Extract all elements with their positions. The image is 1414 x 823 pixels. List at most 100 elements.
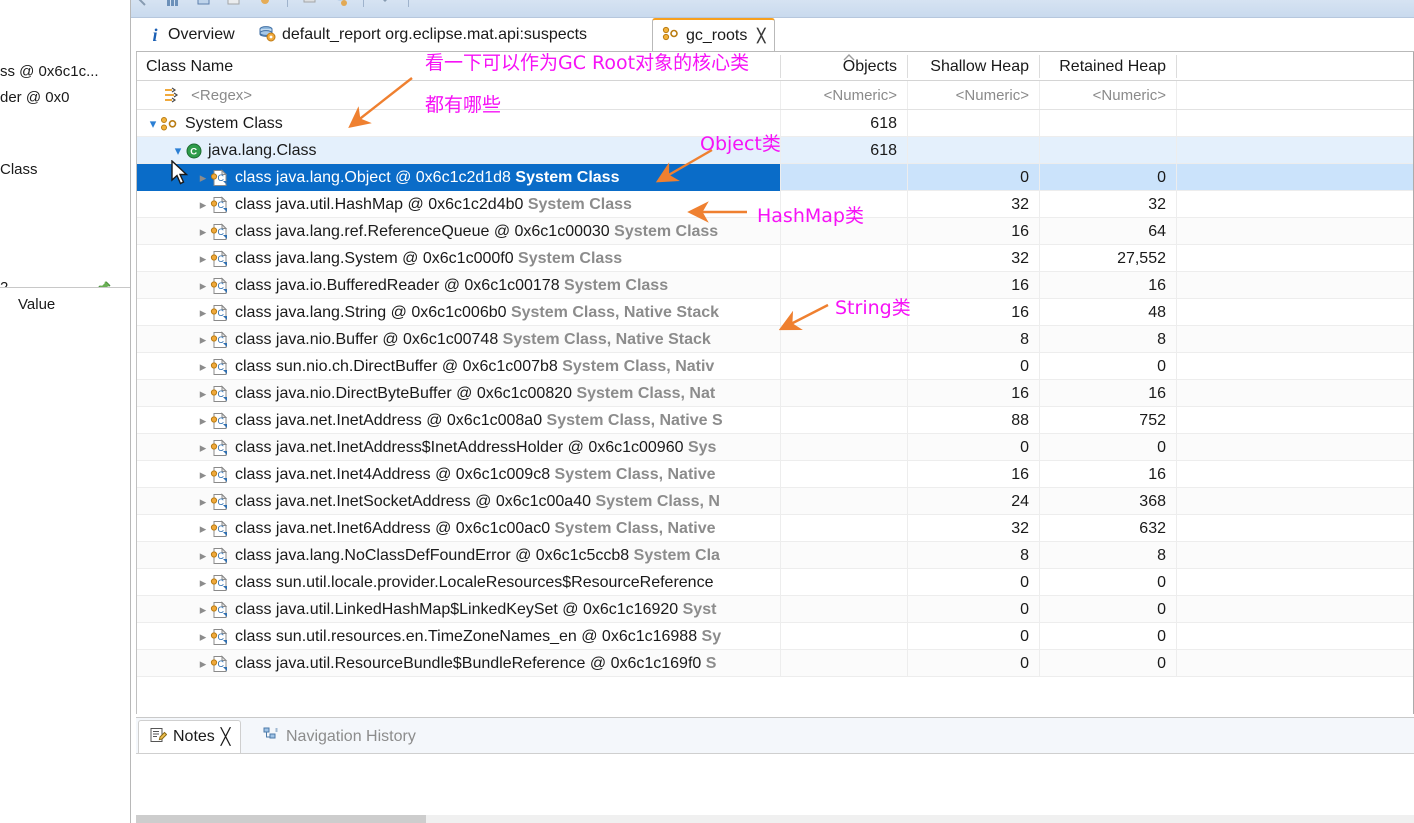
tree-expand-arrow[interactable]: ▸ bbox=[196, 245, 210, 272]
tree-expand-arrow[interactable]: ▸ bbox=[196, 407, 210, 434]
table-row[interactable]: ▸ Cclass sun.nio.ch.DirectBuffer @ 0x6c1c… bbox=[137, 353, 1413, 380]
row-name-cell[interactable]: ▸ Cclass java.net.Inet6Address @ 0x6c1c00… bbox=[137, 515, 780, 542]
row-name-cell[interactable]: ▸ Cclass java.net.Inet4Address @ 0x6c1c00… bbox=[137, 461, 780, 488]
table-row[interactable]: ▸ Cclass sun.util.locale.provider.LocaleR… bbox=[137, 569, 1413, 596]
row-name-cell[interactable]: ▾ Cjava.lang.Class bbox=[137, 137, 780, 164]
toolbar[interactable] bbox=[131, 0, 1414, 18]
tree-expand-arrow[interactable]: ▸ bbox=[196, 461, 210, 488]
tab-overview[interactable]: i Overview bbox=[139, 18, 244, 52]
tab-default-report[interactable]: default_report org.eclipse.mat.api:suspe… bbox=[249, 18, 597, 52]
column-divider[interactable] bbox=[1176, 55, 1177, 78]
row-objects-cell bbox=[780, 461, 907, 488]
column-divider bbox=[1039, 407, 1040, 433]
query-icon[interactable] bbox=[302, 0, 318, 8]
export-icon[interactable] bbox=[226, 0, 242, 8]
horizontal-scrollbar-thumb[interactable] bbox=[136, 815, 426, 823]
row-name-cell[interactable]: ▸ Cclass java.util.HashMap @ 0x6c1c2d4b0 … bbox=[137, 191, 780, 218]
row-name-cell[interactable]: ▸ Cclass java.lang.Object @ 0x6c1c2d1d8 S… bbox=[137, 164, 780, 191]
oql-icon[interactable] bbox=[332, 0, 348, 8]
filter-regex-cell[interactable]: <Regex> bbox=[163, 81, 252, 110]
tree-expand-arrow[interactable]: ▸ bbox=[196, 596, 210, 623]
left-panel-top-gap bbox=[0, 0, 131, 21]
table-header-row[interactable]: Class Name Objects Shallow Heap Retained… bbox=[137, 52, 1413, 81]
tree-expand-arrow[interactable]: ▸ bbox=[196, 326, 210, 353]
tree-expand-arrow[interactable]: ▸ bbox=[196, 380, 210, 407]
tree-expand-arrow[interactable]: ▸ bbox=[196, 164, 210, 191]
table-row[interactable]: ▸ Cclass java.lang.NoClassDefFoundError @… bbox=[137, 542, 1413, 569]
left-attribute-table[interactable]: Value bbox=[0, 287, 131, 823]
inspect-icon[interactable] bbox=[257, 0, 273, 8]
row-name-cell[interactable]: ▸ Cclass java.nio.DirectByteBuffer @ 0x6c… bbox=[137, 380, 780, 407]
tab-close-icon[interactable]: ╳ bbox=[757, 28, 765, 44]
row-name-cell[interactable]: ▸ Cclass sun.util.resources.en.TimeZoneNa… bbox=[137, 623, 780, 650]
chevron-down-icon[interactable] bbox=[377, 0, 393, 8]
table-row[interactable]: ▸ Cclass java.io.BufferedReader @ 0x6c1c0… bbox=[137, 272, 1413, 299]
bottom-tab-close-icon[interactable]: ╳ bbox=[221, 727, 231, 747]
tree-expand-arrow[interactable]: ▸ bbox=[196, 353, 210, 380]
tree-expand-arrow[interactable]: ▸ bbox=[196, 569, 210, 596]
row-name-cell[interactable]: ▸ Cclass sun.util.locale.provider.LocaleR… bbox=[137, 569, 780, 596]
row-name-cell[interactable]: ▸ Cclass java.util.LinkedHashMap$LinkedKe… bbox=[137, 596, 780, 623]
left-inspector-tree[interactable]: ss @ 0x6c1c... der @ 0x0 Class bbox=[0, 21, 131, 277]
histogram-icon[interactable] bbox=[165, 0, 181, 8]
tab-gc-roots[interactable]: gc_roots ╳ bbox=[652, 18, 776, 52]
tree-expand-arrow[interactable]: ▸ bbox=[196, 650, 210, 677]
notes-editor-body[interactable] bbox=[136, 753, 1414, 823]
tree-expand-arrow[interactable]: ▾ bbox=[146, 110, 160, 137]
table-row[interactable]: ▸ Cclass java.lang.System @ 0x6c1c000f0 S… bbox=[137, 245, 1413, 272]
tree-expand-arrow[interactable]: ▸ bbox=[196, 299, 210, 326]
table-row[interactable]: ▸ Cclass java.util.LinkedHashMap$LinkedKe… bbox=[137, 596, 1413, 623]
tree-expand-arrow[interactable]: ▸ bbox=[196, 515, 210, 542]
tree-expand-arrow[interactable]: ▸ bbox=[196, 488, 210, 515]
filter-retained-heap[interactable]: <Numeric> bbox=[1039, 81, 1176, 110]
table-row[interactable]: ▸ Cclass java.net.InetSocketAddress @ 0x6… bbox=[137, 488, 1413, 515]
table-body[interactable]: ▾ System Class 618 ▾ Cjava.lang.Class 618 ▸ Ccl… bbox=[137, 110, 1413, 677]
table-row[interactable]: ▸ Cclass java.util.ResourceBundle$BundleR… bbox=[137, 650, 1413, 677]
bottom-tab-navigation-history[interactable]: Navigation History bbox=[252, 720, 426, 753]
row-name-cell[interactable]: ▸ Cclass java.util.ResourceBundle$BundleR… bbox=[137, 650, 780, 677]
row-class-name: class java.net.InetAddress @ 0x6c1c008a0… bbox=[235, 411, 723, 429]
svg-text:C: C bbox=[218, 578, 225, 588]
row-name-cell[interactable]: ▸ Cclass java.nio.Buffer @ 0x6c1c00748 Sy… bbox=[137, 326, 780, 353]
filter-shallow-heap[interactable]: <Numeric> bbox=[907, 81, 1039, 110]
row-name-cell[interactable]: ▸ Cclass java.lang.System @ 0x6c1c000f0 S… bbox=[137, 245, 780, 272]
row-name-cell[interactable]: ▸ Cclass sun.nio.ch.DirectBuffer @ 0x6c1c… bbox=[137, 353, 780, 380]
left-tree-row[interactable]: der @ 0x0 bbox=[0, 85, 130, 111]
column-header-shallow-heap[interactable]: Shallow Heap bbox=[907, 52, 1039, 81]
table-row[interactable]: ▸ Cclass java.lang.Object @ 0x6c1c2d1d8 S… bbox=[137, 164, 1413, 191]
tree-expand-arrow[interactable]: ▸ bbox=[196, 542, 210, 569]
filter-objects[interactable]: <Numeric> bbox=[780, 81, 907, 110]
tree-expand-arrow[interactable]: ▸ bbox=[196, 623, 210, 650]
tree-expand-arrow[interactable]: ▸ bbox=[196, 218, 210, 245]
row-name-cell[interactable]: ▸ Cclass java.net.InetSocketAddress @ 0x6… bbox=[137, 488, 780, 515]
back-icon[interactable] bbox=[135, 0, 151, 8]
tree-expand-arrow[interactable]: ▸ bbox=[196, 272, 210, 299]
table-filter-row[interactable]: <Regex> <Numeric> <Numeric> <Numeric> bbox=[137, 81, 1413, 110]
tree-expand-arrow[interactable]: ▸ bbox=[196, 434, 210, 461]
row-name-cell[interactable]: ▸ Cclass java.lang.String @ 0x6c1c006b0 S… bbox=[137, 299, 780, 326]
table-row[interactable]: ▸ Cclass java.nio.DirectByteBuffer @ 0x6c… bbox=[137, 380, 1413, 407]
column-divider bbox=[907, 569, 908, 595]
left-tree-row[interactable]: Class bbox=[0, 157, 130, 183]
row-name-cell[interactable]: ▸ Cclass java.io.BufferedReader @ 0x6c1c0… bbox=[137, 272, 780, 299]
table-row[interactable]: ▸ Cclass java.net.InetAddress @ 0x6c1c008… bbox=[137, 407, 1413, 434]
table-row[interactable]: ▸ Cclass java.net.InetAddress$InetAddress… bbox=[137, 434, 1413, 461]
table-row[interactable]: ▸ Cclass sun.util.resources.en.TimeZoneNa… bbox=[137, 623, 1413, 650]
horizontal-scrollbar[interactable] bbox=[136, 815, 1414, 823]
tree-expand-arrow[interactable]: ▸ bbox=[196, 191, 210, 218]
table-row[interactable]: ▸ Cclass java.net.Inet6Address @ 0x6c1c00… bbox=[137, 515, 1413, 542]
table-row[interactable]: ▸ Cclass java.nio.Buffer @ 0x6c1c00748 Sy… bbox=[137, 326, 1413, 353]
table-row[interactable]: ▸ Cclass java.net.Inet4Address @ 0x6c1c00… bbox=[137, 461, 1413, 488]
bottom-tab-notes[interactable]: Notes ╳ bbox=[138, 720, 242, 753]
column-header-retained-heap[interactable]: Retained Heap bbox=[1039, 52, 1176, 81]
row-retained-cell: 64 bbox=[1148, 223, 1166, 240]
table-row[interactable]: ▸ Cclass java.lang.String @ 0x6c1c006b0 S… bbox=[137, 299, 1413, 326]
row-name-cell[interactable]: ▸ Cclass java.lang.ref.ReferenceQueue @ 0… bbox=[137, 218, 780, 245]
row-name-cell[interactable]: ▸ Cclass java.net.InetAddress @ 0x6c1c008… bbox=[137, 407, 780, 434]
row-name-cell[interactable]: ▸ Cclass java.lang.NoClassDefFoundError @… bbox=[137, 542, 780, 569]
open-icon[interactable] bbox=[196, 0, 212, 8]
tab-gc-roots-label: gc_roots bbox=[686, 27, 748, 44]
row-name-cell[interactable]: ▸ Cclass java.net.InetAddress$InetAddress… bbox=[137, 434, 780, 461]
left-tree-row[interactable]: ss @ 0x6c1c... bbox=[0, 59, 130, 85]
row-class-flags: S bbox=[705, 654, 717, 672]
